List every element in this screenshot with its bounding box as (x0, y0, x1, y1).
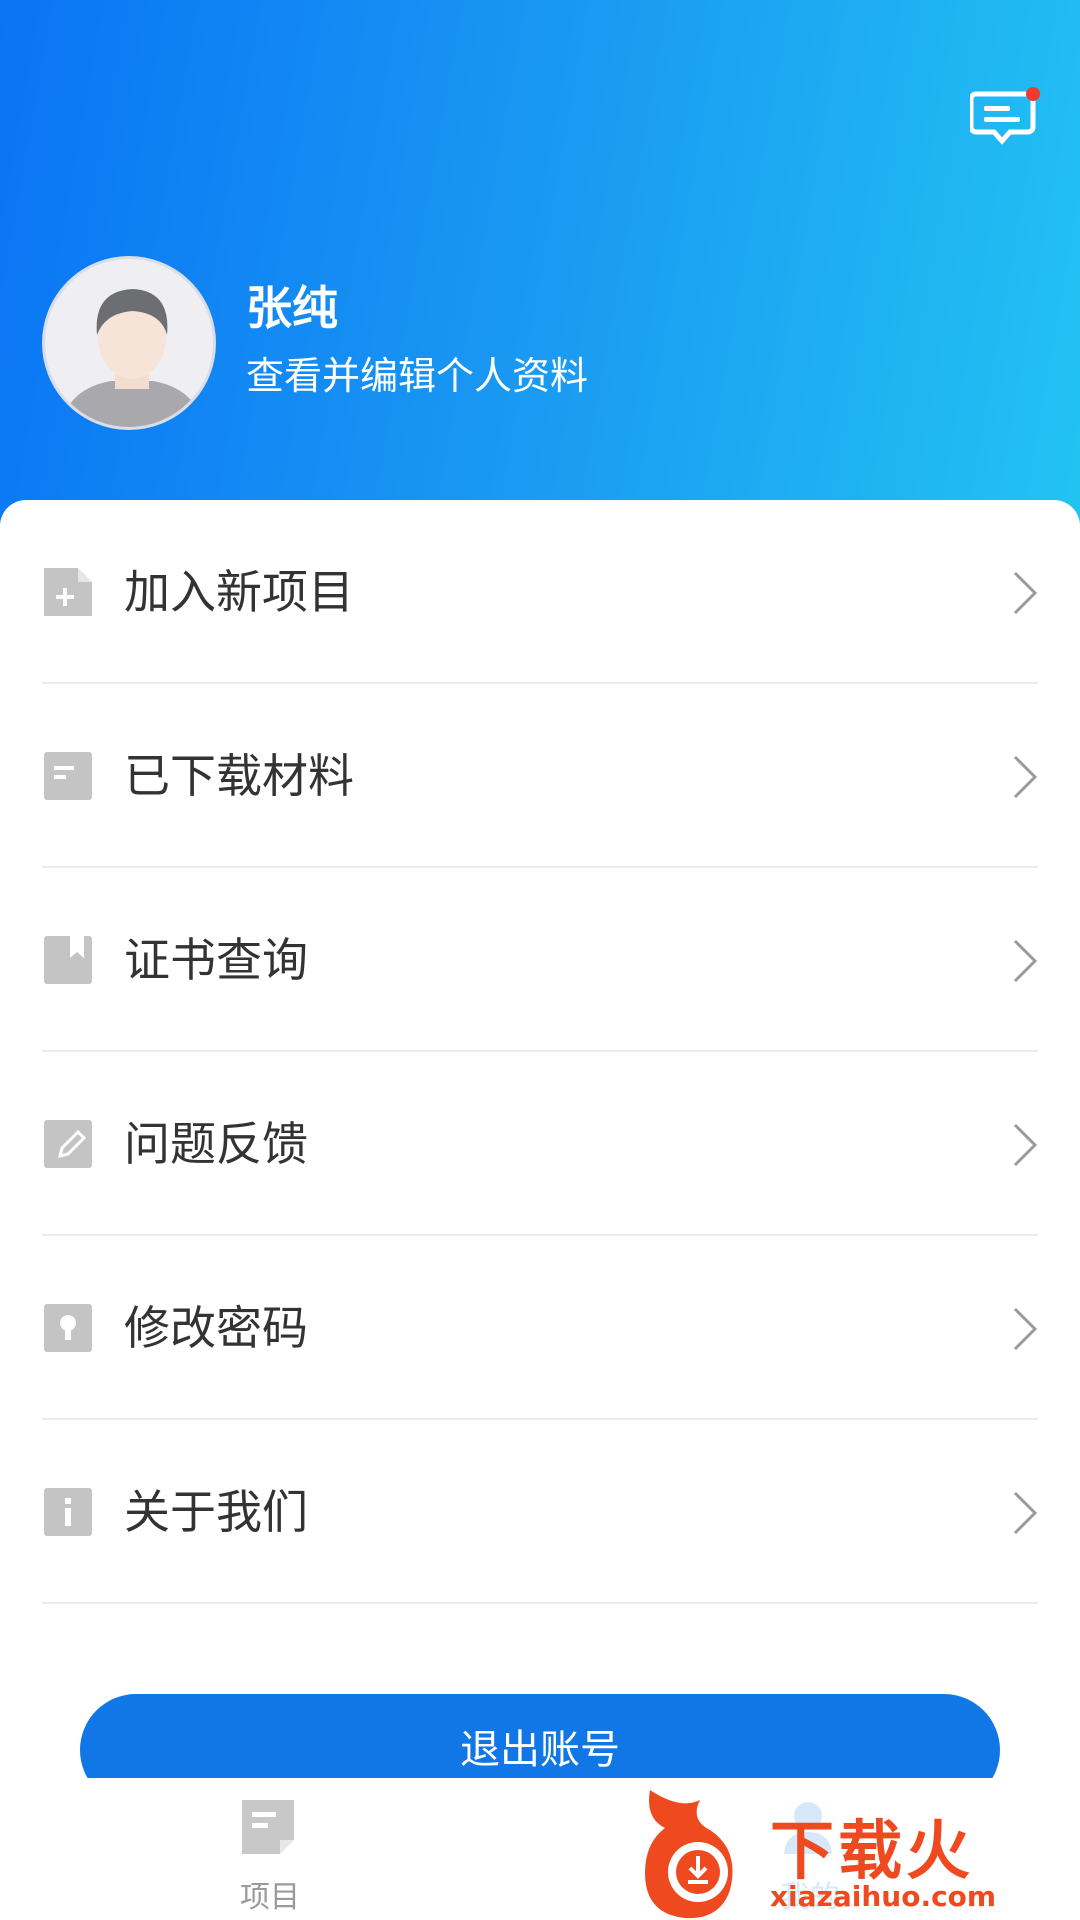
menu-item-certificate-query[interactable]: 证书查询 (42, 868, 1038, 1052)
menu-label: 修改密码 (124, 1301, 308, 1355)
menu-item-feedback[interactable]: 问题反馈 (42, 1052, 1038, 1236)
chevron-right-icon (1013, 571, 1038, 615)
menu-label: 问题反馈 (124, 1117, 308, 1171)
avatar[interactable] (42, 256, 216, 430)
watermark-url: xiazaihuo.com (770, 1880, 997, 1913)
menu-label: 已下载材料 (124, 749, 354, 803)
document-icon (44, 752, 92, 800)
tab-label: 项目 (240, 1880, 300, 1915)
message-notification-icon (968, 87, 1040, 145)
project-icon (242, 1800, 294, 1854)
profile-header: 张纯 查看并编辑个人资料 (0, 0, 1080, 540)
lock-icon (44, 1304, 92, 1352)
chevron-right-icon (1013, 1491, 1038, 1535)
default-avatar-icon (45, 259, 213, 427)
menu-item-join-project[interactable]: 加入新项目 (42, 500, 1038, 684)
menu-label: 加入新项目 (124, 565, 354, 619)
chevron-right-icon (1013, 1307, 1038, 1351)
bookmark-icon (44, 936, 92, 984)
menu-label: 关于我们 (124, 1485, 308, 1539)
menu-label: 证书查询 (124, 933, 308, 987)
menu-item-downloaded-materials[interactable]: 已下载材料 (42, 684, 1038, 868)
chevron-right-icon (1013, 939, 1038, 983)
edit-icon (44, 1120, 92, 1168)
tab-project[interactable]: 项目 (0, 1778, 540, 1920)
message-button[interactable] (968, 86, 1042, 152)
edit-profile-link[interactable]: 查看并编辑个人资料 (246, 352, 588, 400)
unread-dot (1026, 87, 1040, 101)
chevron-right-icon (1013, 755, 1038, 799)
watermark-logo: 下载火 xiazaihuo.com (640, 1780, 1080, 1920)
chevron-right-icon (1013, 1123, 1038, 1167)
watermark-text: 下载火 (770, 1815, 974, 1889)
flame-logo-icon (645, 1790, 733, 1919)
menu-item-about-us[interactable]: 关于我们 (42, 1420, 1038, 1604)
menu-item-change-password[interactable]: 修改密码 (42, 1236, 1038, 1420)
info-icon (44, 1488, 92, 1536)
add-file-icon (44, 568, 92, 616)
user-name[interactable]: 张纯 (246, 280, 338, 336)
